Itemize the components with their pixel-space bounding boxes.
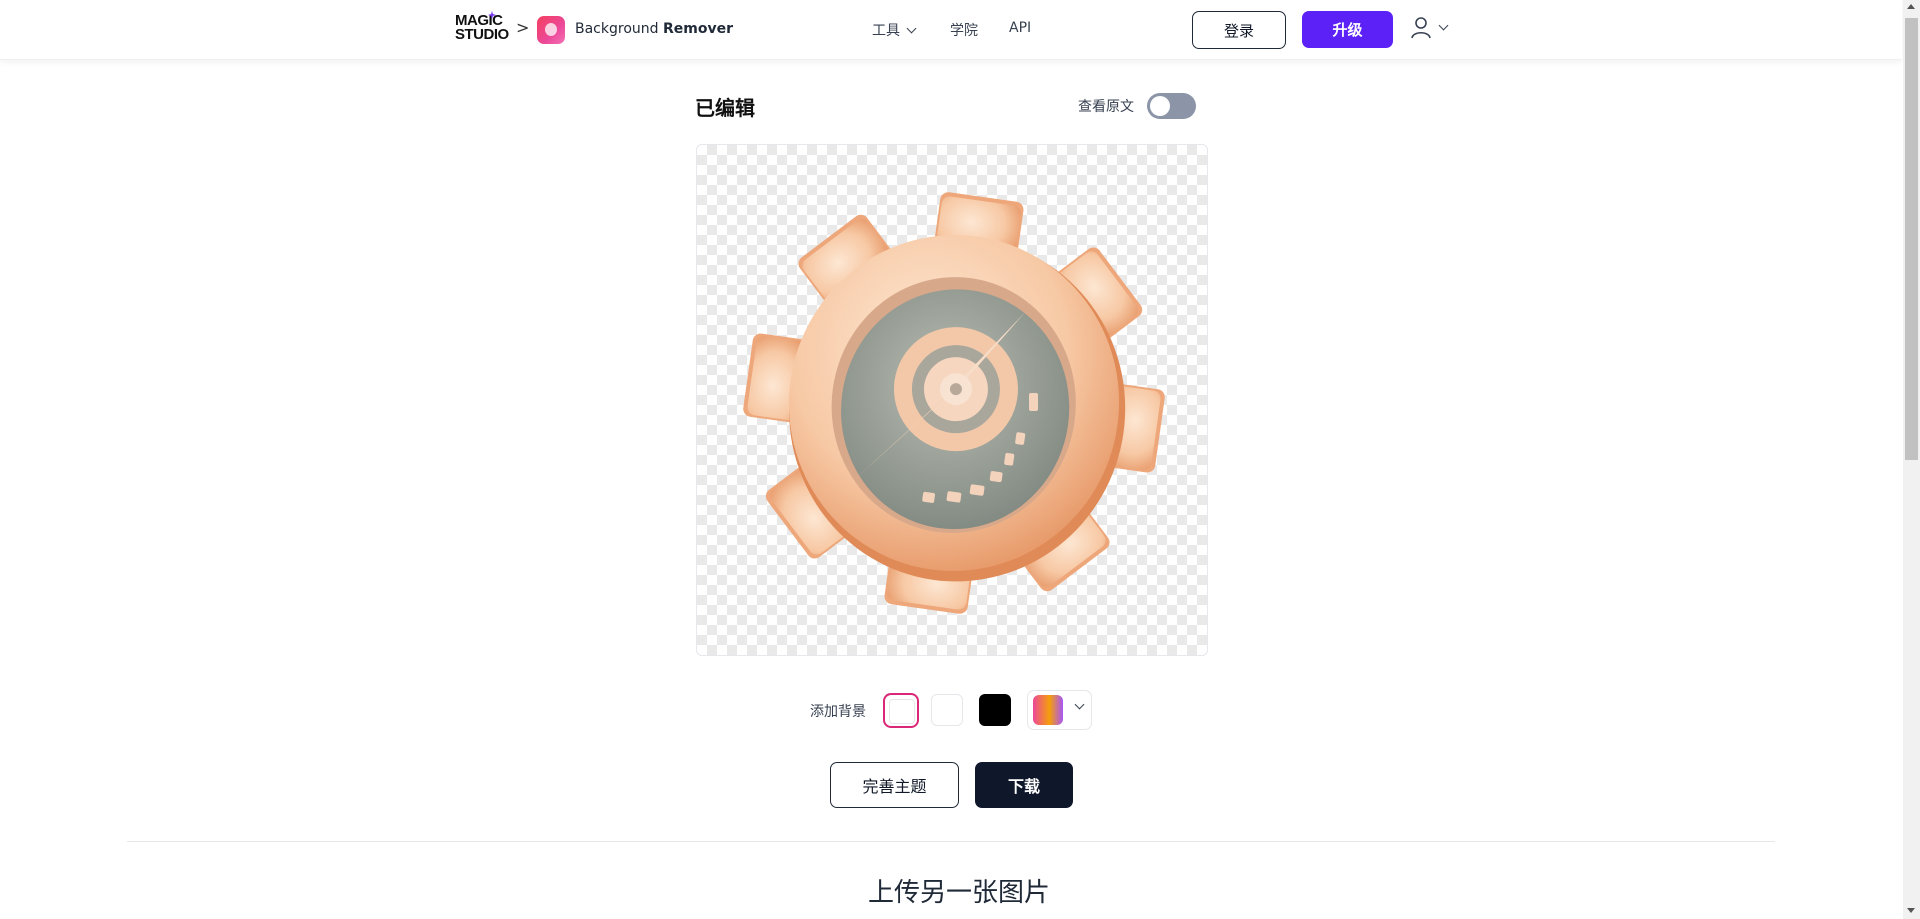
- bg-option-transparent[interactable]: [883, 693, 919, 728]
- chevron-down-icon: [906, 23, 917, 33]
- view-original-label: 查看原文: [1078, 99, 1134, 115]
- upload-another-heading: 上传另一张图片: [868, 878, 1051, 908]
- nav-tools-dropdown[interactable]: 工具: [872, 20, 917, 40]
- login-button[interactable]: 登录: [1192, 11, 1286, 49]
- top-header: MAGIC STUDIO > Background Remover 工具 学院 …: [0, 0, 1902, 60]
- background-remover-app-icon[interactable]: [537, 16, 565, 44]
- edited-heading: 已编辑: [695, 96, 755, 120]
- user-icon: [1411, 17, 1431, 39]
- nav-academy-link[interactable]: 学院: [950, 20, 978, 40]
- upgrade-button[interactable]: 升级: [1302, 11, 1393, 48]
- app-name[interactable]: Background Remover: [575, 21, 733, 37]
- nav-api-link[interactable]: API: [1009, 20, 1031, 36]
- scroll-down-arrow-icon[interactable]: [1907, 908, 1915, 913]
- gradient-swatch: [1033, 695, 1063, 725]
- bg-option-gradient-dropdown[interactable]: [1027, 690, 1092, 730]
- breadcrumb-separator-icon: >: [516, 18, 530, 37]
- bg-option-white[interactable]: [931, 694, 963, 726]
- chevron-down-icon: [1438, 20, 1449, 31]
- section-divider: [127, 841, 1775, 842]
- gear-gauge-image: [743, 192, 1165, 614]
- logo-line-2: STUDIO: [455, 26, 509, 43]
- app-name-bold: Remover: [662, 21, 733, 37]
- add-background-label: 添加背景: [810, 704, 866, 720]
- scroll-up-arrow-icon[interactable]: [1907, 4, 1915, 9]
- download-button[interactable]: 下载: [975, 762, 1073, 808]
- scrollbar-thumb[interactable]: [1905, 18, 1918, 460]
- refine-subject-button[interactable]: 完善主题: [830, 762, 959, 808]
- image-preview-canvas: [696, 144, 1208, 656]
- user-account-menu[interactable]: [1410, 14, 1450, 44]
- app-name-prefix: Background: [575, 21, 659, 37]
- bg-option-black[interactable]: [979, 694, 1011, 726]
- chevron-down-icon: [1074, 699, 1085, 710]
- toggle-knob: [1150, 96, 1170, 116]
- view-original-toggle[interactable]: [1147, 93, 1196, 119]
- nav-tools-label: 工具: [872, 23, 900, 39]
- magic-studio-logo[interactable]: MAGIC STUDIO: [455, 11, 509, 46]
